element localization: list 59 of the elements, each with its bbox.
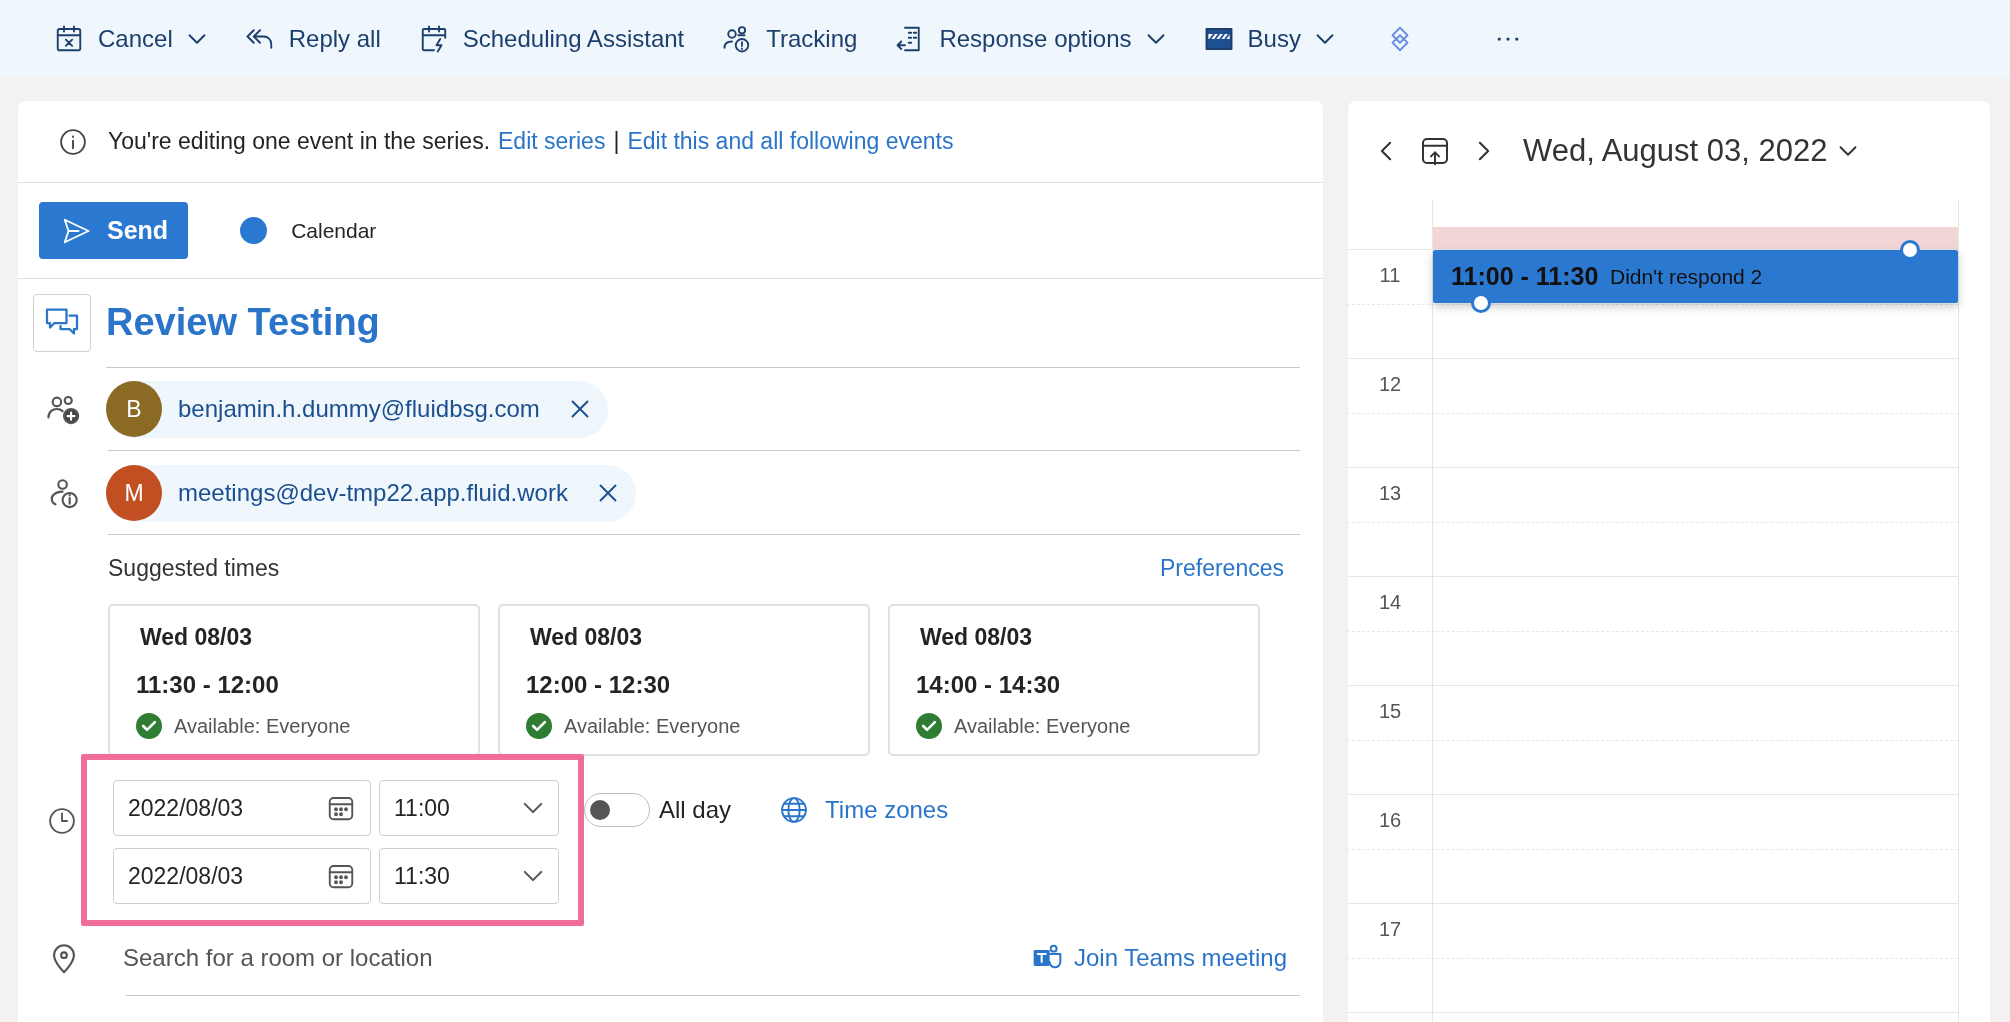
attendee-chip[interactable]: M meetings@dev-tmp22.app.fluid.work (106, 464, 636, 522)
hour-label: 15 (1378, 700, 1402, 722)
hour-label: 12 (1378, 373, 1402, 395)
all-day-label: All day (659, 796, 732, 824)
send-button[interactable]: Send (39, 202, 189, 259)
selected-event[interactable]: 11:00 - 11:30 Didn't respond 2 (1433, 250, 1958, 303)
toolbar-button[interactable]: Cancel (54, 24, 207, 54)
close-icon[interactable] (597, 483, 618, 503)
card-day: Wed 08/03 (140, 624, 478, 651)
edit-following-link[interactable]: Edit this and all following events (627, 128, 954, 155)
toolbar-button[interactable]: Response options (895, 24, 1166, 54)
date-picker[interactable]: Wed, August 03, 2022 (1523, 133, 1858, 169)
card-day: Wed 08/03 (530, 624, 868, 651)
date-field[interactable]: 2022/08/03 (113, 848, 371, 904)
calendar-today-icon[interactable] (1419, 135, 1451, 167)
chat-icon[interactable] (33, 294, 91, 352)
suggested-time-card[interactable]: Wed 08/03 11:30 - 12:00 Available: Everyone (108, 604, 480, 756)
notice-text: You're editing one event in the series. (108, 128, 491, 155)
info-icon (58, 126, 88, 157)
suggested-time-card[interactable]: Wed 08/03 12:00 - 12:30 Available: Everyone (498, 604, 870, 756)
join-teams-link[interactable]: Join Teams meeting (1030, 942, 1287, 974)
hour-label: 16 (1378, 809, 1402, 831)
toolbar-button[interactable]: Reply all (244, 24, 381, 54)
toolbar-button[interactable]: Busy (1203, 24, 1335, 54)
card-time: 14:00 - 14:30 (916, 671, 1062, 699)
calendar-cancel-icon (54, 24, 84, 54)
time-dropdown[interactable]: 11:30 (379, 848, 559, 904)
attendee-chip[interactable]: B benjamin.h.dummy@fluidbsg.com (106, 380, 608, 438)
separator: | (613, 128, 620, 155)
card-time: 12:00 - 12:30 (526, 671, 672, 699)
avatar: M (106, 465, 162, 521)
time-dropdown[interactable]: 11:00 (379, 780, 559, 836)
edit-series-link[interactable]: Edit series (498, 128, 606, 155)
toolbar-button[interactable]: Scheduling Assistant (418, 24, 685, 54)
suggested-time-card[interactable]: Wed 08/03 14:00 - 14:30 Available: Everyone (888, 604, 1260, 756)
hour-label: 13 (1378, 482, 1402, 504)
clock-icon (47, 806, 77, 836)
availability-text: Available: Everyone (564, 714, 741, 738)
check-circle-icon (526, 713, 552, 739)
check-circle-icon (136, 713, 162, 739)
date-field[interactable]: 2022/08/03 (113, 780, 371, 836)
availability-text: Available: Everyone (954, 714, 1131, 738)
calendar-picker[interactable]: Calendar (291, 218, 377, 243)
preferences-link[interactable]: Preferences (1160, 555, 1284, 582)
time-zones-link[interactable]: Time zones (825, 796, 949, 824)
hour-label: 14 (1378, 591, 1402, 613)
availability-text: Available: Everyone (174, 714, 351, 738)
close-icon[interactable] (569, 399, 590, 419)
section-label: Suggested times (108, 555, 280, 582)
check-circle-icon (916, 713, 942, 739)
hour-label: 11 (1379, 264, 1401, 286)
event-title-field[interactable]: Review Testing (106, 278, 1300, 368)
card-time: 11:30 - 12:00 (136, 671, 280, 699)
toolbar-button[interactable]: Tracking (722, 24, 858, 54)
hour-label: 17 (1378, 918, 1402, 940)
avatar: B (106, 381, 162, 437)
card-day: Wed 08/03 (920, 624, 1258, 651)
globe-icon (779, 795, 810, 825)
resize-handle[interactable] (1471, 293, 1491, 313)
